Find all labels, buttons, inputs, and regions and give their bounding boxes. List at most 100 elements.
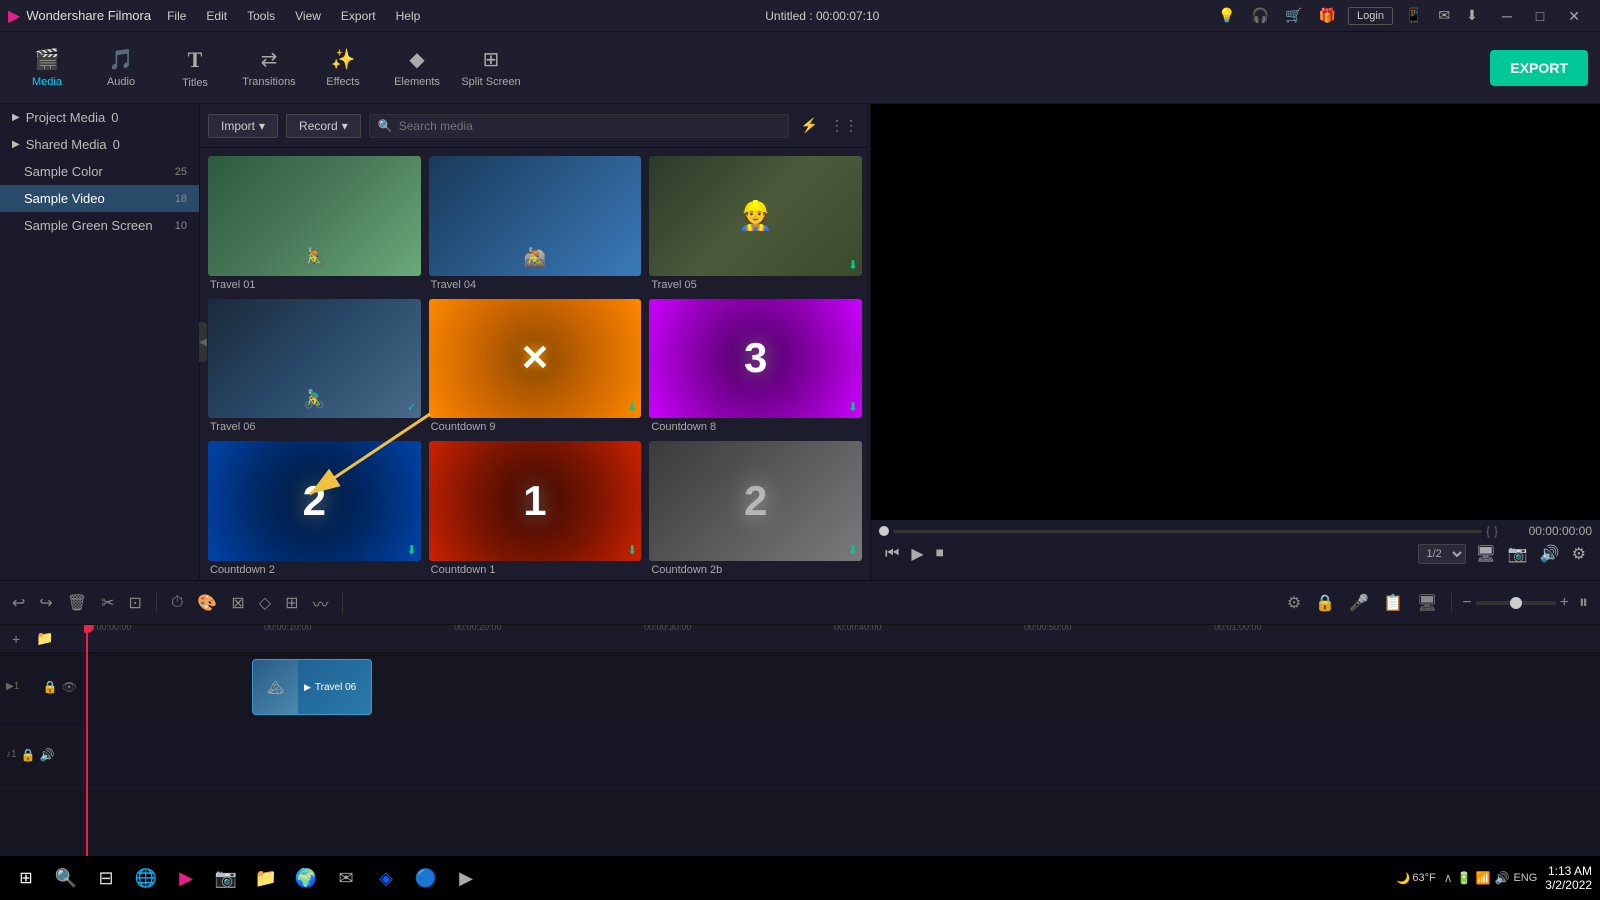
mail-icon[interactable]: ✉ xyxy=(1434,5,1454,26)
sample-video-item[interactable]: Sample Video 18 xyxy=(0,185,199,212)
panel-collapse-handle[interactable]: ◀ xyxy=(199,322,207,362)
export-button[interactable]: EXPORT xyxy=(1490,50,1588,86)
track-v1-eye-icon[interactable]: 👁 xyxy=(62,680,77,694)
toolbar-titles[interactable]: T Titles xyxy=(160,38,230,98)
trim-button[interactable]: ⊠ xyxy=(227,589,248,617)
view-toggle-icon[interactable]: ⋮⋮ xyxy=(826,115,862,136)
track-folder-button[interactable]: 📁 xyxy=(32,626,57,651)
delete-button[interactable]: 🗑 xyxy=(63,589,91,617)
zoom-track[interactable] xyxy=(1476,601,1556,605)
record-dropdown[interactable]: Record ▾ xyxy=(286,114,361,138)
track-a1-lock-icon[interactable]: 🔒 xyxy=(21,748,36,762)
phone-icon[interactable]: 📱 xyxy=(1401,5,1426,26)
filter-icon[interactable]: ⚡ xyxy=(797,115,822,136)
zoom-thumb[interactable] xyxy=(1510,597,1522,609)
settings2-icon[interactable]: ⚙ xyxy=(1283,589,1305,617)
media-item-countdown2b[interactable]: 2 ⬇ Countdown 2b xyxy=(649,441,862,576)
volume-icon[interactable]: 🔊 xyxy=(1538,542,1562,566)
shared-media-section[interactable]: ▶ Shared Media 0 xyxy=(0,131,199,158)
taskbar-video-icon[interactable]: ▶ xyxy=(448,860,484,896)
video-clip-travel06[interactable]: 🏔 ▶ Travel 06 xyxy=(252,659,372,715)
screenshot-icon[interactable]: 📷 xyxy=(1506,542,1530,566)
screen-icon[interactable]: 🖥 xyxy=(1474,542,1498,566)
sample-green-item[interactable]: Sample Green Screen 10 xyxy=(0,212,199,239)
taskbar-files-icon[interactable]: 📁 xyxy=(248,860,284,896)
wave-button[interactable]: 〰 xyxy=(308,587,332,619)
playhead-dot[interactable] xyxy=(879,526,889,536)
menu-file[interactable]: File xyxy=(157,0,196,32)
taskbar-chrome2-icon[interactable]: 🔵 xyxy=(408,860,444,896)
timeline-pause-button[interactable]: ⏸ xyxy=(1575,588,1592,617)
gift-icon[interactable]: 🎁 xyxy=(1315,5,1340,26)
media-item-countdown2a[interactable]: 2 ⬇ Countdown 2 xyxy=(208,441,421,576)
screen2-icon[interactable]: 🖥 xyxy=(1413,589,1441,617)
layers-icon[interactable]: 📋 xyxy=(1379,589,1407,617)
minimize-button[interactable]: ─ xyxy=(1490,0,1524,32)
light-icon[interactable]: 💡 xyxy=(1214,5,1239,26)
taskbar-windows-icon[interactable]: ⊞ xyxy=(8,860,44,896)
skip-back-button[interactable]: ⏮ xyxy=(883,543,901,565)
media-item-travel01[interactable]: 🚴 Travel 01 xyxy=(208,156,421,291)
speed-button[interactable]: ⏱ xyxy=(167,590,187,616)
taskbar-clock[interactable]: 1:13 AM 3/2/2022 xyxy=(1545,864,1592,892)
play-button[interactable]: ▶ xyxy=(909,542,925,566)
toolbar-audio[interactable]: 🎵 Audio xyxy=(86,38,156,98)
color-button[interactable]: 🎨 xyxy=(193,589,221,617)
close-button[interactable]: ✕ xyxy=(1556,0,1592,32)
track-a1-volume-icon[interactable]: 🔊 xyxy=(40,748,55,762)
taskbar-dropbox-icon[interactable]: ◈ xyxy=(368,860,404,896)
fit-button[interactable]: ⊞ xyxy=(281,589,302,617)
download-icon[interactable]: ⬇ xyxy=(1462,5,1482,26)
zoom-out-button[interactable]: − xyxy=(1462,594,1471,612)
redo-button[interactable]: ↪ xyxy=(35,589,56,617)
toolbar-media[interactable]: 🎬 Media xyxy=(12,38,82,98)
undo-button[interactable]: ↩ xyxy=(8,589,29,617)
zoom-in-button[interactable]: + xyxy=(1560,594,1569,612)
stop-button[interactable]: ⏹ xyxy=(934,543,946,565)
taskbar-camera-icon[interactable]: 📷 xyxy=(208,860,244,896)
keyframe-button[interactable]: ◇ xyxy=(255,589,275,617)
tray-arrow-icon[interactable]: ∧ xyxy=(1444,871,1453,885)
media-item-travel04[interactable]: 🚵 Travel 04 xyxy=(429,156,642,291)
taskbar-filmora-icon[interactable]: ▶ xyxy=(168,860,204,896)
mic-icon[interactable]: 🎤 xyxy=(1345,589,1373,617)
media-item-travel05[interactable]: 👷 ⬇ Travel 05 xyxy=(649,156,862,291)
menu-view[interactable]: View xyxy=(285,0,331,32)
volume-tray-icon[interactable]: 🔊 xyxy=(1494,871,1509,885)
project-media-section[interactable]: ▶ Project Media 0 xyxy=(0,104,199,131)
add-track-button[interactable]: + xyxy=(8,627,24,651)
taskbar-task-view-icon[interactable]: ⊟ xyxy=(88,860,124,896)
cut-button[interactable]: ✂ xyxy=(97,589,118,617)
progress-track[interactable] xyxy=(893,530,1482,533)
media-item-countdown9[interactable]: ✕ ⬇ Countdown 9 xyxy=(429,299,642,434)
toolbar-transitions[interactable]: ⇄ Transitions xyxy=(234,38,304,98)
import-dropdown[interactable]: Import ▾ xyxy=(208,114,278,138)
login-button[interactable]: Login xyxy=(1348,7,1393,25)
track-v1-lock-icon[interactable]: 🔒 xyxy=(43,680,58,694)
lock-icon[interactable]: 🔒 xyxy=(1311,589,1339,617)
maximize-button[interactable]: □ xyxy=(1524,0,1556,32)
cart-icon[interactable]: 🛒 xyxy=(1281,5,1306,26)
taskbar-search-icon[interactable]: 🔍 xyxy=(48,860,84,896)
media-item-countdown8[interactable]: 3 ⬇ Countdown 8 xyxy=(649,299,862,434)
taskbar-mail-icon[interactable]: ✉ xyxy=(328,860,364,896)
media-item-countdown1[interactable]: 1 ⬇ Countdown 1 xyxy=(429,441,642,576)
toolbar-splitscreen[interactable]: ⊞ Split Screen xyxy=(456,38,526,98)
menu-export[interactable]: Export xyxy=(331,0,386,32)
headphone-icon[interactable]: 🎧 xyxy=(1248,5,1273,26)
toolbar-elements[interactable]: ◆ Elements xyxy=(382,38,452,98)
settings-icon[interactable]: ⚙ xyxy=(1570,542,1588,566)
timeline-tracks-right[interactable]: 00:00:00:00 00:00:10:00 00:00:20:00 00:0… xyxy=(84,625,1600,888)
menu-tools[interactable]: Tools xyxy=(237,0,285,32)
media-item-travel06[interactable]: 🚴‍♂️ ✓ Travel 06 xyxy=(208,299,421,434)
crop-button[interactable]: ⊡ xyxy=(125,589,146,617)
bracket-left-icon[interactable]: { xyxy=(1486,524,1490,538)
toolbar-effects[interactable]: ✨ Effects xyxy=(308,38,378,98)
menu-edit[interactable]: Edit xyxy=(196,0,237,32)
taskbar-chrome-icon[interactable]: 🌍 xyxy=(288,860,324,896)
taskbar-edge-icon[interactable]: 🌐 xyxy=(128,860,164,896)
quality-select[interactable]: 1/2 Full 1/4 xyxy=(1418,544,1466,564)
menu-help[interactable]: Help xyxy=(386,0,431,32)
search-input[interactable] xyxy=(399,119,780,133)
sample-color-item[interactable]: Sample Color 25 xyxy=(0,158,199,185)
